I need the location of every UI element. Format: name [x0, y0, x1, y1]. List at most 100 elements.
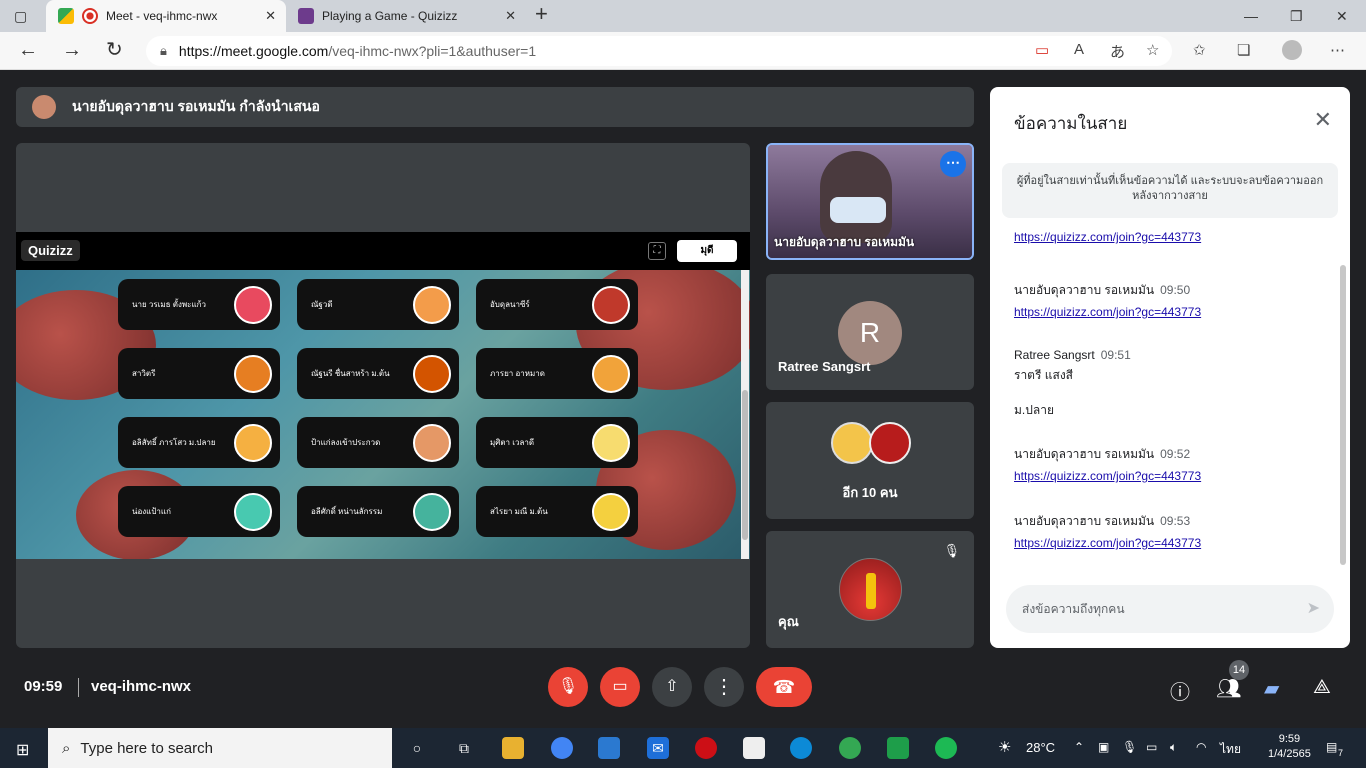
taskbar-clock[interactable]: 9:59 1/4/2565 [1268, 732, 1311, 762]
more-options-icon[interactable]: ⋯ [940, 151, 966, 177]
store-icon[interactable] [598, 737, 620, 759]
edge-icon[interactable] [790, 737, 812, 759]
wifi-icon[interactable]: ◠ [1196, 740, 1206, 754]
meet-tray-icon[interactable]: ▣ [1098, 740, 1109, 754]
mic-tray-icon[interactable]: 🎙︎ [1122, 740, 1137, 754]
info-icon[interactable]: ⓘ [1170, 676, 1190, 705]
search-placeholder: Type here to search [80, 739, 213, 757]
player-card: อลีศักดิ์ หน่านลักรรม [297, 486, 459, 537]
tile-ratree[interactable]: R Ratree Sangsrt [766, 274, 974, 390]
send-icon[interactable]: ➤ [1307, 598, 1320, 618]
classroom-icon[interactable] [887, 737, 909, 759]
cortana-icon[interactable]: ○ [406, 737, 428, 759]
close-window-icon[interactable]: ✕ [1336, 6, 1348, 26]
camera-blocked-icon[interactable]: ▭ [1035, 41, 1049, 59]
player-card: อลิสัทธิ์ ภารโสว ม.ปลาย [118, 417, 280, 468]
tab-meet[interactable]: Meet - veq-ihmc-nwx ✕ [46, 0, 286, 32]
chat-link[interactable]: https://quizizz.com/join?gc=443773 [1014, 305, 1201, 319]
player-card: มุศิตา เวลาดี [476, 417, 638, 468]
camera-toggle-button[interactable]: ▭ [600, 667, 640, 707]
file-explorer-icon[interactable] [502, 737, 524, 759]
chrome-icon[interactable] [839, 737, 861, 759]
quizizz-scrollbar[interactable] [741, 270, 749, 559]
favorites-icon[interactable]: ✩ [1193, 41, 1206, 59]
windows-start-icon[interactable]: ⊞ [16, 740, 29, 760]
tab-title: Meet - veq-ihmc-nwx [106, 9, 218, 23]
profile-icon[interactable] [1282, 40, 1302, 60]
task-view-icon[interactable]: ⧉ [453, 737, 475, 759]
minimize-icon[interactable]: — [1244, 6, 1258, 26]
tile-others[interactable]: อีก 10 คน [766, 402, 974, 519]
read-aloud-icon[interactable]: A [1074, 41, 1084, 58]
tile-name: Ratree Sangsrt [778, 359, 871, 374]
notepad-icon[interactable] [743, 737, 765, 759]
chat-link[interactable]: https://quizizz.com/join?gc=443773 [1014, 469, 1201, 483]
more-vert-icon: ⋮ [714, 676, 734, 698]
chat-scrollbar[interactable] [1340, 265, 1346, 565]
avatar [869, 422, 911, 464]
chat-link[interactable]: https://quizizz.com/join?gc=443773 [1014, 536, 1201, 550]
close-tab-icon[interactable]: ✕ [265, 8, 276, 24]
activities-icon[interactable]: ⟁ [1313, 676, 1331, 699]
player-card: ณัฐวดี [297, 279, 459, 330]
url-host: https://meet.google.com [178, 43, 329, 59]
tab-actions-icon[interactable]: ▢ [14, 6, 27, 26]
player-avatar [592, 285, 630, 324]
player-card: น่องแป้าแก่ [118, 486, 280, 537]
chat-input[interactable]: ส่งข้อความถึงทุกคน ➤ [1006, 585, 1334, 633]
more-options-button[interactable]: ⋮ [704, 667, 744, 707]
camera-off-icon: ▭ [612, 678, 628, 695]
player-card: สาวิตรี [118, 348, 280, 399]
translate-icon[interactable]: あ [1110, 41, 1125, 62]
opera-icon[interactable] [695, 737, 717, 759]
tile-presenter[interactable]: ⋯ นายอับดุลวาฮาบ รอเหมมัน [766, 143, 974, 260]
scrollbar-thumb[interactable] [742, 390, 748, 540]
chat-icon[interactable]: ▰ [1264, 676, 1279, 701]
back-icon[interactable]: ← [18, 40, 38, 60]
chat-message: Ratree Sangsrt 09:51 ราตรี แสงสี [1014, 348, 1131, 385]
player-avatar [413, 285, 451, 324]
forward-icon[interactable]: → [62, 40, 82, 60]
more-menu-icon[interactable]: ⋯ [1330, 41, 1345, 59]
chevron-up-icon[interactable]: ⌃ [1074, 740, 1084, 754]
taskbar: ⊞ ⌕ Type here to search ○ ⧉ ✉ ☀︎ 28°C ⌃ … [0, 728, 1366, 768]
chrome-meet-icon[interactable] [551, 737, 573, 759]
reload-icon[interactable]: ↻ [106, 40, 123, 60]
new-tab-icon[interactable]: + [535, 3, 548, 25]
player-avatar [592, 354, 630, 393]
battery-icon[interactable]: ▭ [1146, 740, 1157, 754]
presenting-text: นายอับดุลวาฮาบ รอเหมมัน กำลังนำเสนอ [72, 98, 320, 114]
mic-toggle-button[interactable]: 🎙︎ [548, 667, 588, 707]
taskbar-search[interactable]: ⌕ Type here to search [48, 728, 392, 768]
player-card: อับดุลนาซีร์ [476, 279, 638, 330]
tab-strip: ▢ Meet - veq-ihmc-nwx ✕ Playing a Game -… [0, 0, 1366, 32]
search-icon: ⌕ [62, 739, 71, 757]
tile-self[interactable]: 🎙︎ คุณ [766, 531, 974, 648]
notification-icon[interactable]: ▤ [1326, 740, 1337, 754]
language-indicator[interactable]: ไทย [1220, 740, 1241, 759]
weather-temp[interactable]: 28°C [1026, 740, 1055, 755]
meeting-time: 09:59 [24, 678, 63, 695]
present-button[interactable]: ⇧ [652, 667, 692, 707]
add-favorite-icon[interactable]: ☆ [1146, 41, 1159, 59]
fullscreen-icon[interactable]: ⛶ [648, 242, 666, 260]
quizizz-logo: Quizizz [21, 240, 80, 261]
player-card: ป้าแก่ลงเข้าประกวด [297, 417, 459, 468]
player-name: มุศิตา เวลาดี [490, 438, 535, 447]
player-name: ณัฐวดี [311, 300, 333, 309]
close-tab-icon[interactable]: ✕ [505, 8, 516, 24]
leave-call-button[interactable]: ☎︎ [756, 667, 812, 707]
mail-icon[interactable]: ✉ [647, 737, 669, 759]
close-icon[interactable]: ✕ [1314, 107, 1332, 133]
avatar [32, 95, 56, 119]
url-field[interactable]: 🔒︎ https://meet.google.com/veq-ihmc-nwx?… [146, 36, 1172, 66]
collections-icon[interactable]: ❏ [1237, 41, 1250, 59]
volume-icon[interactable]: 🔈︎ [1170, 740, 1177, 755]
tab-quizizz[interactable]: Playing a Game - Quizizz ✕ [290, 0, 526, 32]
restore-icon[interactable]: ❐ [1290, 6, 1303, 26]
spotify-icon[interactable] [935, 737, 957, 759]
chat-link[interactable]: https://quizizz.com/join?gc=443773 [1014, 230, 1201, 244]
quizizz-action-button[interactable]: มุดี [677, 240, 737, 262]
chat-message: https://quizizz.com/join?gc=443773 [1014, 225, 1201, 244]
player-name: สไรยา มณี ม.ต้น [490, 507, 548, 516]
